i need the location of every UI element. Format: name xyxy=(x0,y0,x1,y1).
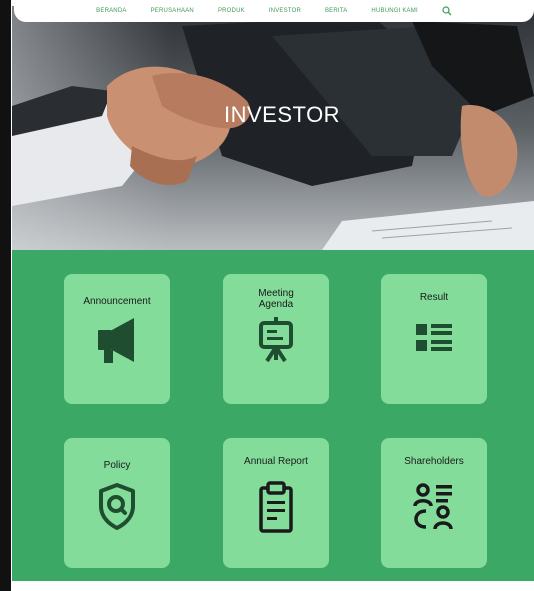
users-list-icon xyxy=(381,482,487,532)
card-annual-report[interactable]: Annual Report xyxy=(223,438,329,568)
card-meeting-agenda[interactable]: Meeting Agenda xyxy=(223,274,329,404)
nav-hubungi-kami[interactable]: HUBUNGI KAMI xyxy=(371,8,417,14)
search-icon[interactable] xyxy=(442,6,452,16)
handshake-photo xyxy=(12,6,534,250)
left-edge-border xyxy=(0,0,11,591)
nav-perusahaan[interactable]: PERUSAHAAN xyxy=(151,8,194,14)
card-announcement[interactable]: Announcement xyxy=(64,274,170,404)
presentation-board-icon xyxy=(223,316,329,364)
nav-produk[interactable]: PRODUK xyxy=(218,8,245,14)
card-result[interactable]: Result xyxy=(381,274,487,404)
card-policy-label: Policy xyxy=(103,460,131,471)
card-result-label: Result xyxy=(419,292,449,303)
hero-banner: INVESTOR xyxy=(12,6,534,250)
card-announcement-label: Announcement xyxy=(83,296,151,307)
page: INVESTOR BERANDA PERUSAHAAN PRODUK INVES… xyxy=(0,0,534,591)
top-navbar: BERANDA PERUSAHAAN PRODUK INVESTOR BERIT… xyxy=(14,0,534,22)
nav-berita[interactable]: BERITA xyxy=(325,8,347,14)
bottom-strip xyxy=(12,581,534,591)
card-shareholders[interactable]: Shareholders xyxy=(381,438,487,568)
shield-search-icon xyxy=(64,482,170,530)
list-icon xyxy=(381,321,487,355)
hero-title: INVESTOR xyxy=(224,102,341,127)
clipboard-icon xyxy=(223,480,329,534)
nav-beranda[interactable]: BERANDA xyxy=(96,8,126,14)
megaphone-icon xyxy=(64,314,170,366)
card-shareholders-label: Shareholders xyxy=(404,456,464,467)
nav-investor[interactable]: INVESTOR xyxy=(269,8,301,14)
card-meeting-agenda-label: Meeting Agenda xyxy=(258,288,294,310)
investor-menu-section: Announcement Meeting Agenda Result Polic… xyxy=(12,250,534,581)
card-annual-report-label: Annual Report xyxy=(244,456,308,467)
card-policy[interactable]: Policy xyxy=(64,438,170,568)
